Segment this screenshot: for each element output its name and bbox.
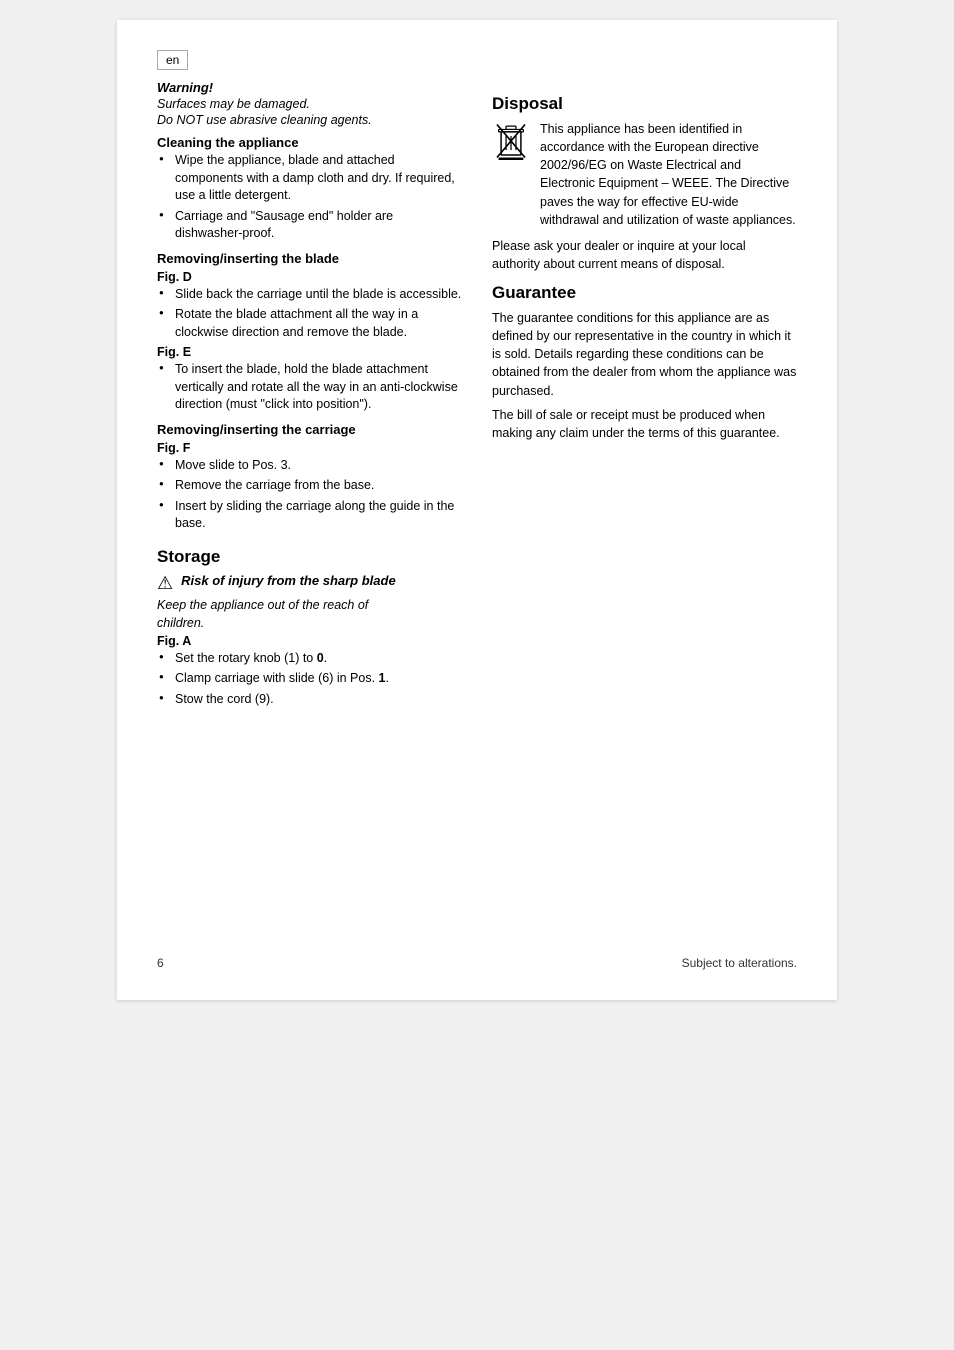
disposal-box: This appliance has been identified in ac… <box>492 120 797 229</box>
list-item: Carriage and "Sausage end" holder are di… <box>157 208 462 243</box>
document-page: en Warning! Surfaces may be damaged. Do … <box>117 20 837 1000</box>
list-item: Rotate the blade attachment all the way … <box>157 306 462 341</box>
guarantee-p2: The bill of sale or receipt must be prod… <box>492 406 797 442</box>
fig-d-list: Slide back the carriage until the blade … <box>157 286 462 342</box>
language-label: en <box>157 50 188 70</box>
list-item: Clamp carriage with slide (6) in Pos. 1. <box>157 670 462 688</box>
disposal-body: This appliance has been identified in ac… <box>540 120 797 229</box>
list-item: Insert by sliding the carriage along the… <box>157 498 462 533</box>
left-column: Warning! Surfaces may be damaged. Do NOT… <box>157 80 462 711</box>
removing-carriage-heading: Removing/inserting the carriage <box>157 422 462 437</box>
risk-warning-box: ⚠ Risk of injury from the sharp blade <box>157 573 462 594</box>
list-item: Wipe the appliance, blade and attached c… <box>157 152 462 205</box>
fig-f-label: Fig. F <box>157 441 462 455</box>
guarantee-p1: The guarantee conditions for this applia… <box>492 309 797 400</box>
risk-warning-text: Risk of injury from the sharp blade <box>181 573 396 588</box>
fig-e-label: Fig. E <box>157 345 462 359</box>
storage-title: Storage <box>157 547 462 567</box>
fig-a-label: Fig. A <box>157 634 462 648</box>
warning-line-2: Do NOT use abrasive cleaning agents. <box>157 113 462 127</box>
cleaning-heading: Cleaning the appliance <box>157 135 462 150</box>
two-column-layout: Warning! Surfaces may be damaged. Do NOT… <box>157 80 797 711</box>
disposal-title: Disposal <box>492 94 797 114</box>
cleaning-list: Wipe the appliance, blade and attached c… <box>157 152 462 243</box>
list-item: Move slide to Pos. 3. <box>157 457 462 475</box>
warning-triangle-icon: ⚠ <box>157 573 173 594</box>
list-item: Stow the cord (9). <box>157 691 462 709</box>
warning-title: Warning! <box>157 80 462 95</box>
fig-e-list: To insert the blade, hold the blade atta… <box>157 361 462 414</box>
weee-icon <box>492 122 530 160</box>
keep-text-line-2: children. <box>157 616 462 630</box>
warning-line-1: Surfaces may be damaged. <box>157 97 462 111</box>
keep-text-line-1: Keep the appliance out of the reach of <box>157 598 462 612</box>
fig-a-list: Set the rotary knob (1) to 0. Clamp carr… <box>157 650 462 709</box>
footer-note: Subject to alterations. <box>682 956 797 970</box>
fig-d-label: Fig. D <box>157 270 462 284</box>
fig-f-list: Move slide to Pos. 3. Remove the carriag… <box>157 457 462 533</box>
list-item: Remove the carriage from the base. <box>157 477 462 495</box>
removing-blade-heading: Removing/inserting the blade <box>157 251 462 266</box>
list-item: Set the rotary knob (1) to 0. <box>157 650 462 668</box>
page-number: 6 <box>157 956 164 970</box>
guarantee-title: Guarantee <box>492 283 797 303</box>
list-item: Slide back the carriage until the blade … <box>157 286 462 304</box>
list-item: To insert the blade, hold the blade atta… <box>157 361 462 414</box>
right-column: Disposal This appliance has been i <box>492 80 797 711</box>
disposal-note: Please ask your dealer or inquire at you… <box>492 237 797 273</box>
